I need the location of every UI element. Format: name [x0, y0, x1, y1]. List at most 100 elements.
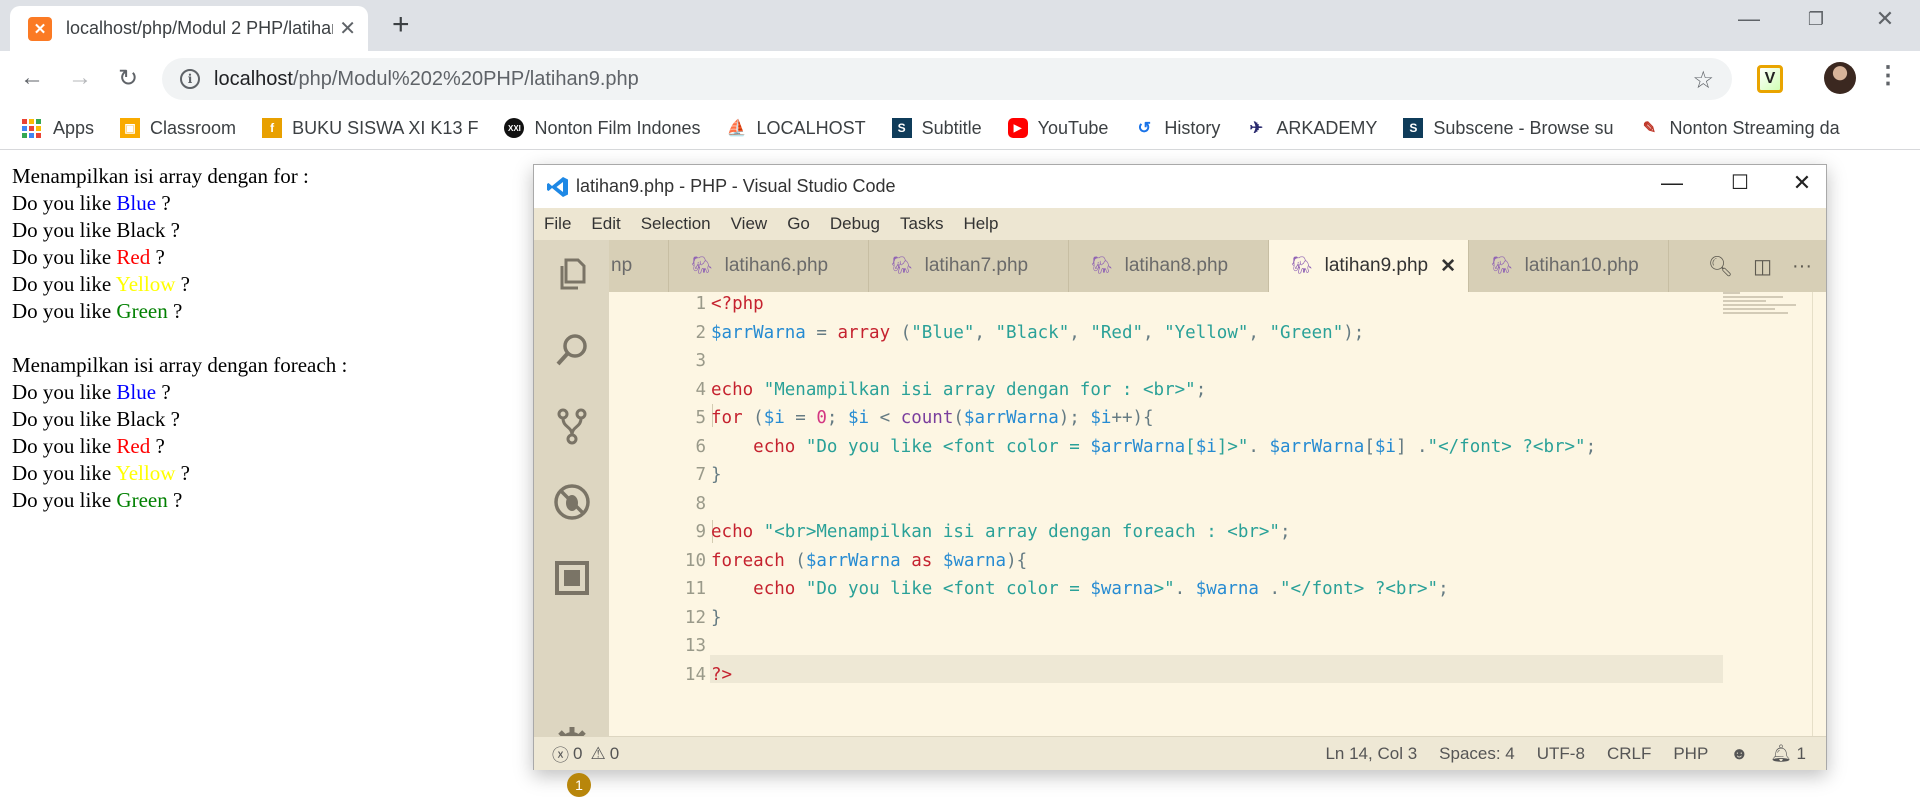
open-preview-icon[interactable]: 🔍︎	[1708, 254, 1733, 279]
forward-arrow-icon[interactable]: →	[66, 64, 94, 92]
bookmark-item[interactable]: f BUKU SISWA XI K13 F	[262, 118, 478, 139]
bookmark-star-icon[interactable]: ☆	[1692, 66, 1714, 95]
code-line[interactable]: ?>	[711, 665, 732, 685]
vscode-minimize-button[interactable]: —	[1652, 170, 1692, 196]
warning-icon[interactable]: ⚠	[590, 744, 605, 764]
vscode-title-bar: latihan9.php - PHP - Visual Studio Code …	[534, 165, 1826, 208]
vscode-close-button[interactable]: ✕	[1782, 170, 1822, 196]
code-line[interactable]: $arrWarna = array ("Blue", "Black", "Red…	[711, 323, 1364, 343]
xxi-icon: XXI	[504, 118, 525, 138]
xampp-favicon-icon: ✕	[28, 16, 52, 41]
bookmark-item[interactable]: XXI Nonton Film Indones	[504, 118, 701, 139]
language-mode[interactable]: PHP	[1673, 744, 1708, 764]
code-line[interactable]: <?php	[711, 294, 764, 314]
indentation-setting[interactable]: Spaces: 4	[1439, 744, 1515, 764]
output-suffix: ?	[175, 272, 190, 296]
browser-tab[interactable]: ✕ localhost/php/Modul 2 PHP/latihan9.php…	[10, 6, 368, 51]
bookmark-item[interactable]: ✎ Nonton Streaming da	[1640, 118, 1840, 139]
error-count[interactable]: 0	[573, 744, 582, 764]
notifications[interactable]: 🔔︎ 1	[1770, 744, 1806, 764]
back-arrow-icon[interactable]: ←	[18, 64, 46, 92]
explorer-icon[interactable]	[552, 254, 592, 294]
debug-icon[interactable]	[552, 482, 592, 522]
output-prefix: Do you like	[12, 299, 117, 323]
code-line[interactable]: echo "<br>Menampilkan isi array dengan f…	[711, 522, 1291, 542]
feedback-smiley-icon[interactable]: ☻	[1730, 744, 1748, 764]
profile-avatar[interactable]	[1824, 62, 1856, 94]
tab-np[interactable]: np	[609, 240, 669, 292]
extensions-icon[interactable]	[552, 558, 592, 598]
warning-count[interactable]: 0	[610, 744, 619, 764]
close-window-button[interactable]: ✕	[1860, 6, 1910, 32]
minimap[interactable]	[1723, 292, 1809, 324]
site-info-icon[interactable]: i	[180, 69, 200, 89]
output-prefix: Do you like	[12, 191, 117, 215]
close-tab-icon[interactable]: ✕	[1440, 255, 1456, 278]
tab-latihan7[interactable]: 🐘︎ latihan7.php	[869, 240, 1069, 292]
bookmark-item[interactable]: ↺ History	[1134, 118, 1221, 139]
url-text[interactable]: localhost/php/Modul%202%20PHP/latihan9.p…	[214, 68, 639, 91]
eol-setting[interactable]: CRLF	[1607, 744, 1651, 764]
menu-item-view[interactable]: View	[731, 214, 768, 234]
bookmark-item[interactable]: ▶ YouTube	[1007, 118, 1108, 139]
code-line[interactable]: echo "Do you like <font color = $warna>"…	[711, 579, 1448, 599]
menu-item-debug[interactable]: Debug	[830, 214, 880, 234]
status-bar: ⓧ 0 ⚠ 0 Ln 14, Col 3 Spaces: 4 UTF-8 CRL…	[534, 736, 1826, 770]
bookmark-item[interactable]: ✈ ARKADEMY	[1246, 118, 1378, 139]
bookmark-item[interactable]: Apps	[22, 118, 94, 139]
tab-latihan6[interactable]: 🐘︎ latihan6.php	[669, 240, 869, 292]
output-line: Do you like Yellow ?	[12, 460, 347, 487]
tab-latihan10[interactable]: 🐘︎ latihan10.php	[1469, 240, 1669, 292]
address-bar[interactable]: i localhost/php/Modul%202%20PHP/latihan9…	[162, 58, 1732, 100]
errors-icon[interactable]: ⓧ	[552, 741, 569, 766]
menu-item-go[interactable]: Go	[787, 214, 810, 234]
menu-item-selection[interactable]: Selection	[641, 214, 711, 234]
encoding-setting[interactable]: UTF-8	[1537, 744, 1585, 764]
menu-item-file[interactable]: File	[544, 214, 571, 234]
menu-item-help[interactable]: Help	[963, 214, 998, 234]
code-line[interactable]: echo "Menampilkan isi array dengan for :…	[711, 380, 1206, 400]
close-tab-icon[interactable]: ✕	[339, 16, 356, 41]
tab-latihan9[interactable]: 🐘︎ latihan9.php ✕	[1269, 240, 1469, 292]
output-suffix: ?	[165, 407, 180, 431]
line-number: 10	[684, 550, 706, 571]
editor-scrollbar[interactable]	[1812, 292, 1826, 736]
bookmark-item[interactable]: ▣ Classroom	[120, 118, 236, 139]
editor-actions: 🔍︎ ◫ ···	[1708, 240, 1826, 292]
bookmark-item[interactable]: S Subtitle	[891, 118, 982, 139]
split-editor-icon[interactable]: ◫	[1753, 254, 1772, 279]
foreach-heading: Menampilkan isi array dengan foreach :	[12, 353, 348, 377]
line-number: 9	[695, 522, 706, 542]
output-prefix: Do you like	[12, 488, 117, 512]
code-editor[interactable]: 1 <?php 2 $arrWarna = array ("Blue", "Black…	[609, 292, 1826, 736]
vscode-maximize-button[interactable]: ☐	[1720, 170, 1760, 195]
new-tab-button[interactable]: +	[392, 9, 410, 41]
more-actions-icon[interactable]: ···	[1792, 255, 1812, 278]
menu-item-tasks[interactable]: Tasks	[900, 214, 943, 234]
source-control-icon[interactable]	[552, 406, 592, 446]
minimize-window-button[interactable]: —	[1724, 6, 1774, 32]
search-icon[interactable]	[552, 330, 592, 370]
apps-grid-icon	[22, 118, 41, 138]
tab-latihan8[interactable]: 🐘︎ latihan8.php	[1069, 240, 1269, 292]
line-number: 14	[684, 664, 706, 685]
restore-window-button[interactable]: ❐	[1791, 9, 1841, 30]
color-name: Green	[116, 488, 168, 512]
php-file-icon: 🐘︎	[691, 256, 713, 275]
cursor-position[interactable]: Ln 14, Col 3	[1325, 744, 1417, 764]
line-number: 3	[695, 351, 706, 371]
code-line[interactable]: foreach ($arrWarna as $warna){	[711, 551, 1027, 571]
code-line[interactable]: }	[711, 465, 722, 485]
youtube-icon: ▶	[1007, 118, 1028, 138]
bookmark-item[interactable]: S Subscene - Browse su	[1403, 118, 1614, 139]
bookmark-item[interactable]: ⛵ LOCALHOST	[727, 118, 866, 139]
menu-item-edit[interactable]: Edit	[591, 214, 620, 234]
code-line[interactable]: }	[711, 608, 722, 628]
subscene-icon: S	[891, 118, 912, 138]
code-line[interactable]: echo "Do you like <font color = $arrWarn…	[711, 437, 1596, 457]
reload-icon[interactable]: ↻	[114, 64, 142, 93]
code-line[interactable]: for ($i = 0; $i < count($arrWarna); $i++…	[711, 408, 1154, 428]
extension-v-icon[interactable]: V	[1757, 65, 1783, 93]
line-number: 6	[695, 436, 706, 457]
browser-menu-icon[interactable]: ⋮	[1876, 61, 1900, 90]
